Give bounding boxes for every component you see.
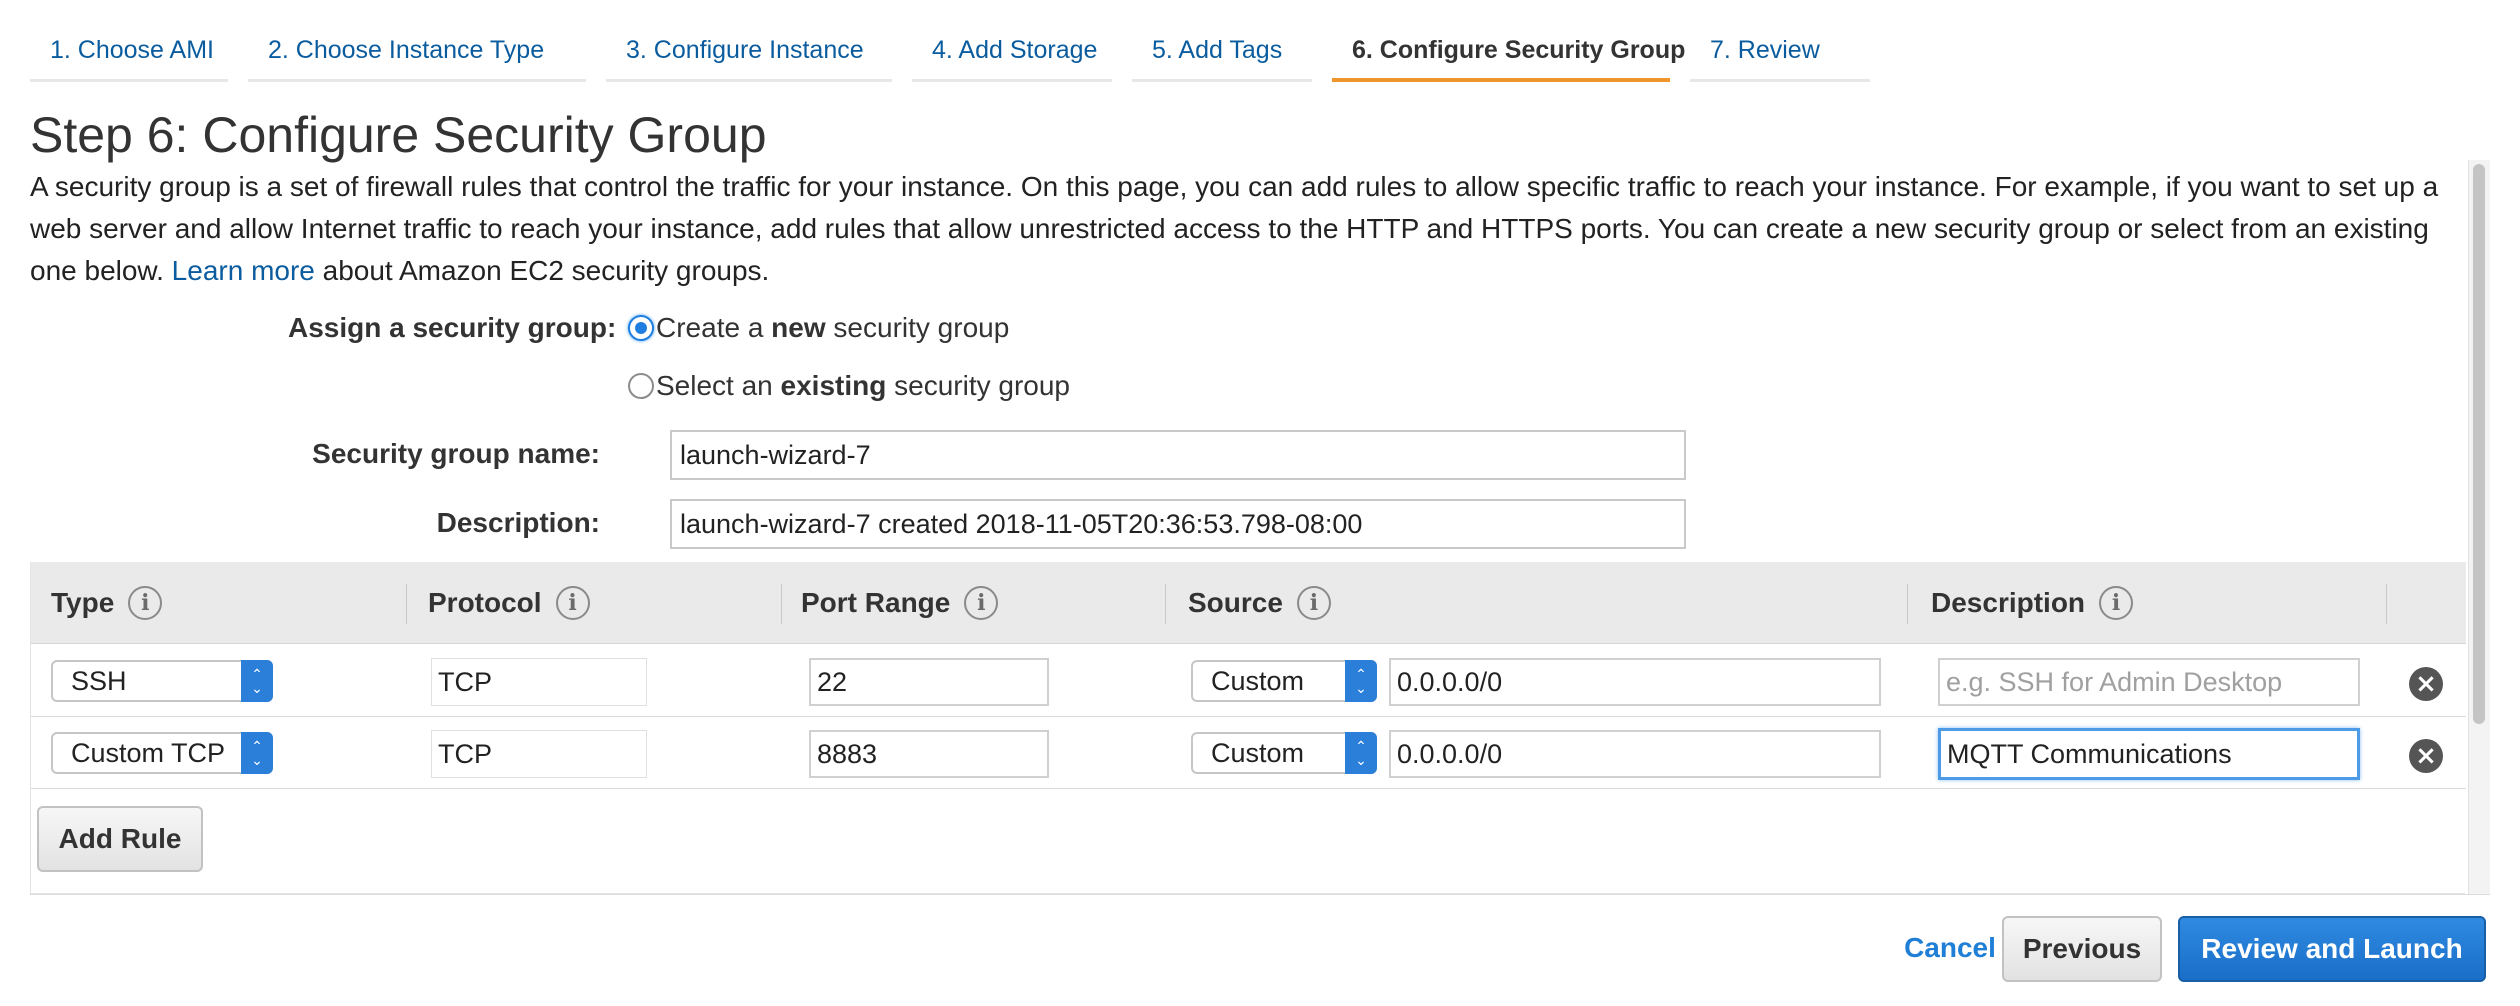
tab-choose-ami[interactable]: 1. Choose AMI [30,28,228,82]
add-rule-button[interactable]: Add Rule [37,806,203,872]
page-intro: A security group is a set of firewall ru… [30,166,2470,292]
tab-configure-instance[interactable]: 3. Configure Instance [606,28,892,82]
type-select[interactable]: SSH ⌃ ⌄ [51,660,273,702]
radio-create-new-label: Create a new security group [656,312,1010,343]
source-select[interactable]: Custom ⌃ ⌄ [1191,732,1377,774]
rule-description-input[interactable]: MQTT Communications [1938,728,2360,780]
column-divider [1165,584,1166,624]
select-arrows-icon: ⌃ ⌄ [1345,660,1377,702]
tab-configure-security-group[interactable]: 6. Configure Security Group [1332,28,1685,82]
tab-review[interactable]: 7. Review [1690,28,1870,82]
wizard-tabs: 1. Choose AMI 2. Choose Instance Type 3.… [30,28,1870,82]
security-group-name-input[interactable]: launch-wizard-7 [670,430,1686,480]
review-and-launch-button[interactable]: Review and Launch [2178,916,2486,982]
security-group-description-label: Description: [436,507,600,538]
info-icon[interactable]: i [128,586,163,620]
previous-button[interactable]: Previous [2002,916,2162,982]
tab-add-tags[interactable]: 5. Add Tags [1132,28,1312,82]
page-title: Step 6: Configure Security Group [30,107,767,163]
row-divider [31,716,2466,717]
protocol-field: TCP [431,658,647,706]
select-arrows-icon: ⌃ ⌄ [1345,732,1377,774]
intro-text-tail: about Amazon EC2 security groups. [314,255,770,286]
column-header-port-range: Port Range i [801,562,999,644]
source-cidr-input[interactable]: 0.0.0.0/0 [1389,730,1881,778]
select-arrows-icon: ⌃ ⌄ [241,732,273,774]
remove-rule-icon[interactable]: × [2409,667,2443,701]
vertical-scrollbar[interactable] [2468,160,2490,895]
assign-security-group-label: Assign a security group: [288,312,617,343]
source-cidr-input[interactable]: 0.0.0.0/0 [1389,658,1881,706]
column-header-type: Type i [51,562,163,644]
tab-add-storage[interactable]: 4. Add Storage [912,28,1112,82]
type-select[interactable]: Custom TCP ⌃ ⌄ [51,732,273,774]
scrollbar-thumb[interactable] [2473,164,2485,724]
radio-select-existing-label: Select an existing security group [656,370,1070,401]
column-divider [406,584,407,624]
protocol-field: TCP [431,730,647,778]
tab-choose-instance-type[interactable]: 2. Choose Instance Type [248,28,586,82]
rule-description-input[interactable]: e.g. SSH for Admin Desktop [1938,658,2360,706]
select-arrows-icon: ⌃ ⌄ [241,660,273,702]
radio-create-new-group[interactable]: Create a new security group [628,312,1009,344]
column-header-protocol: Protocol i [428,562,590,644]
radio-button-checked[interactable] [628,315,654,341]
info-icon[interactable]: i [1296,586,1331,620]
column-divider [781,584,782,624]
column-divider [2386,584,2387,624]
security-rules-table: Type i Protocol i Port Range i Source i Desc… [30,562,2466,894]
port-range-input[interactable]: 8883 [809,730,1049,778]
info-icon[interactable]: i [964,586,999,620]
source-select[interactable]: Custom ⌃ ⌄ [1191,660,1377,702]
column-divider [1907,584,1908,624]
info-icon[interactable]: i [2099,586,2134,620]
remove-rule-icon[interactable]: × [2409,739,2443,773]
radio-select-existing-group[interactable]: Select an existing security group [628,370,1070,402]
learn-more-link[interactable]: Learn more [172,255,315,286]
column-header-description: Description i [1931,562,2134,644]
table-header: Type i Protocol i Port Range i Source i Desc… [31,562,2466,644]
security-group-name-label: Security group name: [312,438,600,469]
row-divider [31,788,2466,789]
column-header-source: Source i [1188,562,1331,644]
port-range-input[interactable]: 22 [809,658,1049,706]
security-group-description-input[interactable]: launch-wizard-7 created 2018-11-05T20:36… [670,499,1686,549]
info-icon[interactable]: i [555,586,590,620]
footer-divider [30,894,2490,895]
radio-button-unchecked[interactable] [628,373,654,399]
